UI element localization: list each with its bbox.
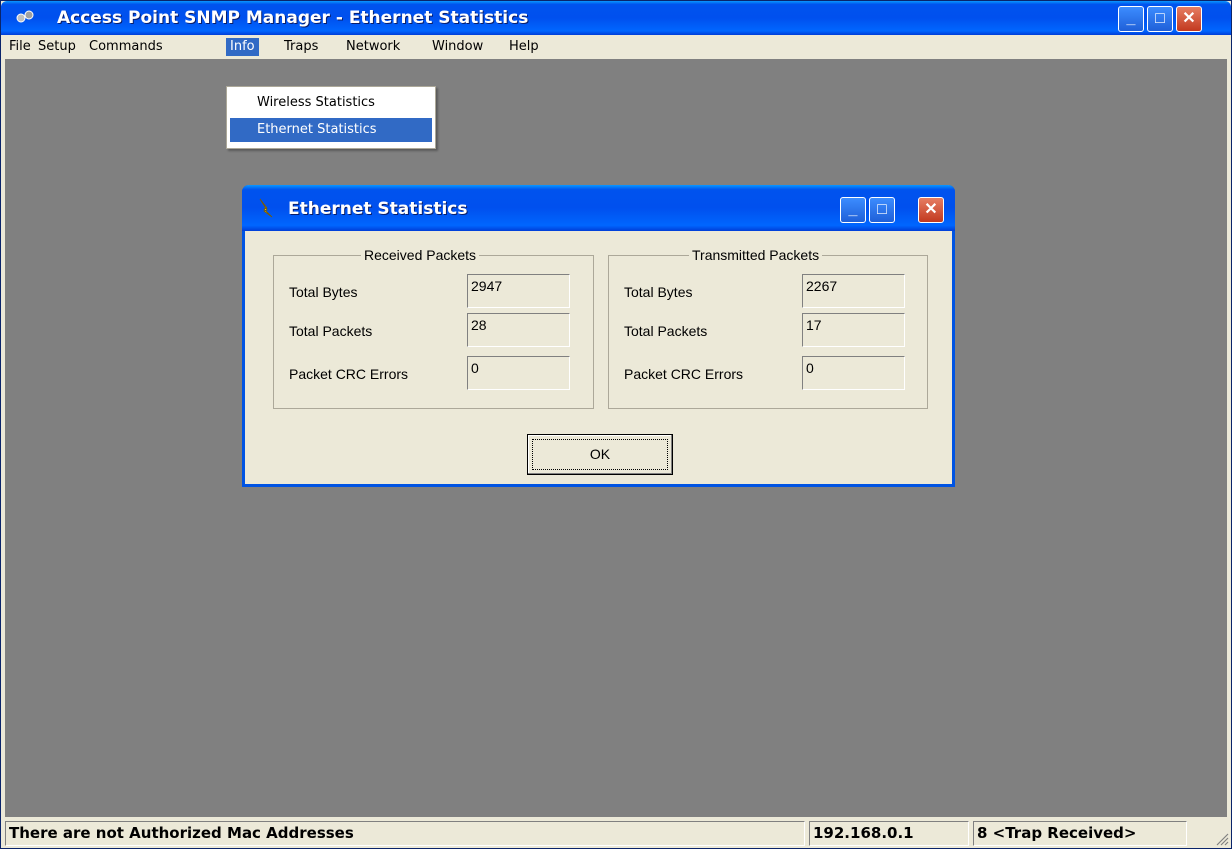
- menu-help[interactable]: Help: [505, 38, 543, 56]
- transmitted-total-bytes-field: 2267: [802, 274, 905, 308]
- received-total-bytes-field: 2947: [467, 274, 570, 308]
- minimize-icon: _: [1126, 10, 1136, 27]
- menu-item-ethernet-statistics[interactable]: Ethernet Statistics: [230, 118, 432, 142]
- dialog-minimize-button[interactable]: _: [840, 197, 866, 223]
- statusbar: There are not Authorized Mac Addresses 1…: [1, 817, 1231, 848]
- menu-item-wireless-statistics[interactable]: Wireless Statistics: [230, 91, 432, 115]
- dialog-title: Ethernet Statistics: [288, 199, 468, 219]
- transmitted-packets-title: Transmitted Packets: [689, 246, 823, 264]
- dialog-close-button[interactable]: ✕: [918, 197, 944, 223]
- app-title: Access Point SNMP Manager - Ethernet Sta…: [57, 8, 529, 28]
- app-titlebar[interactable]: Access Point SNMP Manager - Ethernet Sta…: [1, 1, 1231, 35]
- maximize-button[interactable]: □: [1147, 6, 1173, 32]
- menubar: File Setup Commands Info Traps Network W…: [1, 35, 1231, 59]
- lightning-icon: [256, 197, 276, 224]
- menu-network[interactable]: Network: [342, 38, 404, 56]
- dialog-titlebar[interactable]: Ethernet Statistics _ □ ✕: [242, 185, 955, 231]
- transmitted-packets-group: Transmitted Packets Total Bytes 2267 Tot…: [608, 246, 928, 409]
- maximize-icon: □: [1155, 10, 1165, 27]
- transmitted-total-bytes-label: Total Bytes: [624, 284, 693, 300]
- transmitted-crc-errors-field: 0: [802, 356, 905, 390]
- received-total-bytes-label: Total Bytes: [289, 284, 358, 300]
- menu-traps[interactable]: Traps: [280, 38, 322, 56]
- transmitted-total-packets-label: Total Packets: [624, 323, 708, 339]
- close-icon: ✕: [1182, 10, 1196, 27]
- maximize-icon: □: [877, 201, 887, 218]
- received-crc-errors-label: Packet CRC Errors: [289, 366, 409, 382]
- menu-file[interactable]: File: [5, 38, 35, 56]
- status-trap-count: 8 <Trap Received>: [973, 821, 1187, 846]
- info-dropdown-menu: Wireless Statistics Ethernet Statistics: [226, 86, 436, 149]
- received-packets-group: Received Packets Total Bytes 2947 Total …: [273, 246, 594, 409]
- minimize-button[interactable]: _: [1118, 6, 1144, 32]
- app-window: Access Point SNMP Manager - Ethernet Sta…: [0, 0, 1232, 849]
- close-button[interactable]: ✕: [1176, 6, 1202, 32]
- network-app-icon: [15, 9, 35, 27]
- dialog-maximize-button[interactable]: □: [869, 197, 895, 223]
- received-crc-errors-field: 0: [467, 356, 570, 390]
- menu-commands[interactable]: Commands: [85, 38, 167, 56]
- menu-setup[interactable]: Setup: [34, 38, 80, 56]
- status-message: There are not Authorized Mac Addresses: [5, 821, 805, 846]
- ok-button-label: OK: [589, 446, 611, 462]
- minimize-icon: _: [848, 201, 858, 218]
- close-icon: ✕: [924, 201, 938, 218]
- received-total-packets-field: 28: [467, 313, 570, 347]
- resize-grip-icon[interactable]: [1213, 830, 1229, 846]
- ethernet-statistics-dialog: Ethernet Statistics _ □ ✕ Received Packe…: [242, 185, 955, 487]
- transmitted-crc-errors-label: Packet CRC Errors: [624, 366, 744, 382]
- transmitted-total-packets-field: 17: [802, 313, 905, 347]
- menu-window[interactable]: Window: [428, 38, 487, 56]
- received-packets-title: Received Packets: [361, 246, 480, 264]
- received-total-packets-label: Total Packets: [289, 323, 373, 339]
- menu-info[interactable]: Info: [226, 38, 259, 56]
- ok-button[interactable]: OK: [527, 434, 673, 475]
- status-ip-address: 192.168.0.1: [809, 821, 969, 846]
